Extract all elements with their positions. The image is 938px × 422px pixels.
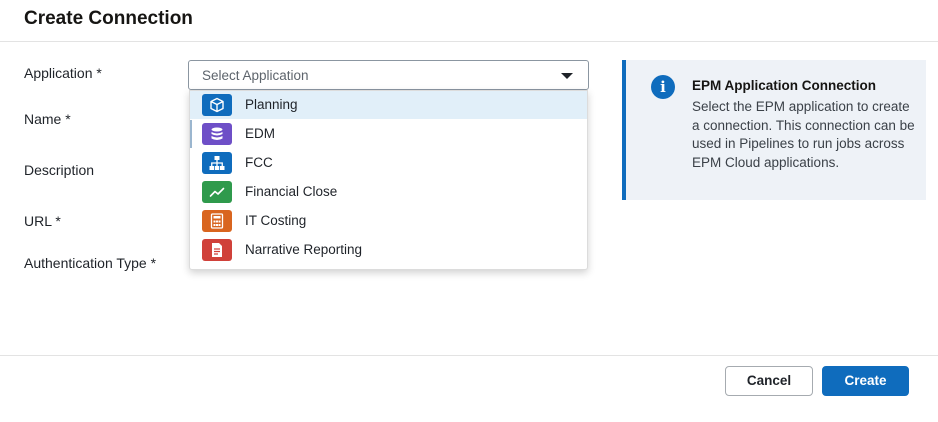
option-edm[interactable]: EDM xyxy=(190,120,587,148)
cube-icon xyxy=(202,94,232,116)
application-select-placeholder: Select Application xyxy=(202,68,309,83)
hierarchy-icon xyxy=(202,152,232,174)
option-fcc[interactable]: FCC xyxy=(190,149,587,177)
info-icon: i xyxy=(651,75,675,99)
trend-chart-icon xyxy=(202,181,232,203)
description-label: Description xyxy=(24,162,95,178)
database-icon xyxy=(202,123,232,145)
option-label: EDM xyxy=(245,126,275,141)
option-label: FCC xyxy=(245,155,273,170)
info-title: EPM Application Connection xyxy=(692,78,876,93)
url-label: URL * xyxy=(24,213,61,229)
footer-divider xyxy=(0,355,938,356)
info-body: Select the EPM application to create a c… xyxy=(692,99,915,170)
info-panel: i EPM Application Connection Select the … xyxy=(622,60,926,200)
option-financial-close[interactable]: Financial Close xyxy=(190,178,587,206)
report-icon xyxy=(202,239,232,261)
dialog-header: Create Connection xyxy=(0,0,938,42)
authentication-type-label: Authentication Type * xyxy=(24,255,157,271)
dialog-title: Create Connection xyxy=(24,8,193,29)
option-narrative-reporting[interactable]: Narrative Reporting xyxy=(190,236,587,264)
option-label: Narrative Reporting xyxy=(245,242,363,257)
calculator-icon xyxy=(202,210,232,232)
application-dropdown-list: Planning EDM FCC Financial Close IT Cost… xyxy=(189,90,588,270)
application-label: Application * xyxy=(24,65,102,81)
option-label: Planning xyxy=(245,97,298,112)
option-planning[interactable]: Planning xyxy=(190,91,587,119)
option-it-costing[interactable]: IT Costing xyxy=(190,207,587,235)
name-label: Name * xyxy=(24,111,71,127)
cancel-button[interactable]: Cancel xyxy=(725,366,813,396)
application-select[interactable]: Select Application xyxy=(188,60,589,90)
create-button[interactable]: Create xyxy=(822,366,909,396)
caret-down-icon xyxy=(561,73,573,79)
option-label: Financial Close xyxy=(245,184,338,199)
option-label: IT Costing xyxy=(245,213,307,228)
